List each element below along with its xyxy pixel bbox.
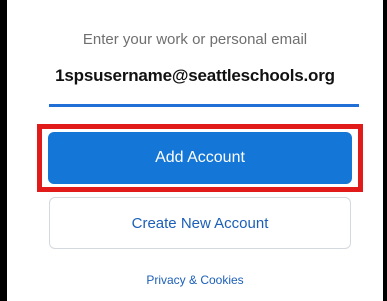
create-new-account-label: Create New Account [131, 214, 269, 232]
add-account-label: Add Account [155, 149, 245, 166]
login-panel: Enter your work or personal email 1spsus… [7, 0, 383, 301]
add-account-button[interactable]: Add Account [48, 132, 352, 184]
create-new-account-button[interactable]: Create New Account [49, 197, 351, 249]
email-field-underline [49, 104, 359, 107]
privacy-cookies-link[interactable]: Privacy & Cookies [7, 273, 383, 287]
email-field[interactable]: 1spsusername@seattleschools.org [7, 66, 383, 86]
email-prompt: Enter your work or personal email [82, 31, 308, 48]
